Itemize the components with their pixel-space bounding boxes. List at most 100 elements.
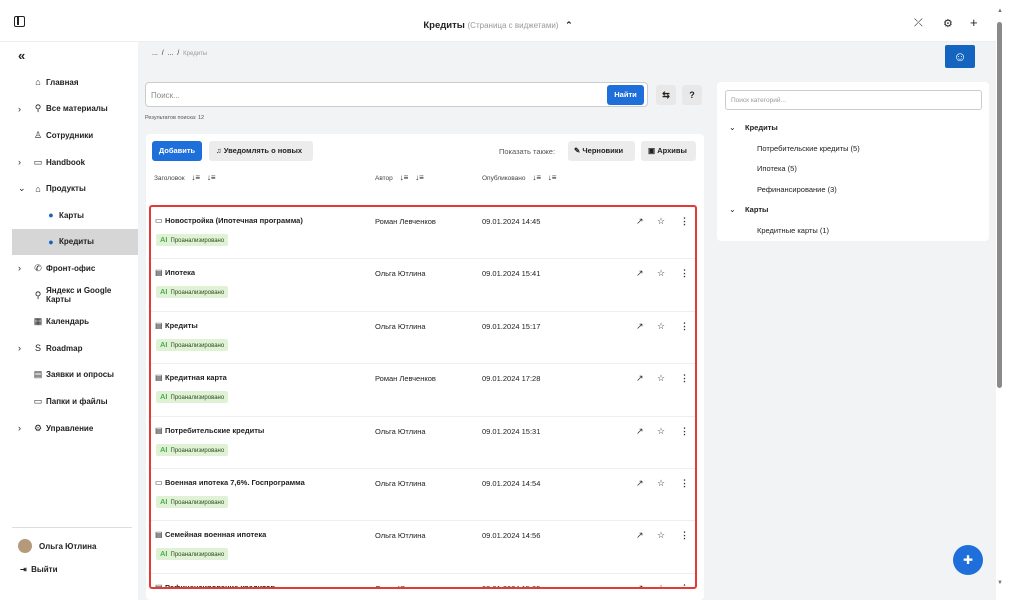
column-header-title[interactable]: Заголовок ↓≡ ↓≡	[154, 173, 216, 182]
collapse-sidebar-icon[interactable]: «	[18, 48, 25, 63]
list-item[interactable]: ▭ Военная ипотека 7,6%. Госпрограмма AI Про…	[151, 469, 695, 522]
list-item[interactable]: ▤ Ипотека AI Проанализировано Ольга Ютлина 09…	[151, 259, 695, 312]
sidebar-item-requests[interactable]: ▤ Заявки и опросы	[0, 362, 138, 389]
category-search-input[interactable]: Поиск категорий...	[725, 90, 982, 110]
open-external-icon[interactable]: ↗	[636, 530, 644, 541]
more-vertical-icon[interactable]: ⋮	[680, 268, 689, 279]
category-item[interactable]: Рефинансирование (3)	[727, 180, 982, 201]
sort-asc-icon[interactable]: ↓≡	[207, 173, 216, 182]
sidebar-item-products[interactable]: ⌄ ⌂ Продукты	[0, 175, 138, 202]
sort-desc-icon[interactable]: ↓≡	[191, 173, 200, 182]
open-external-icon[interactable]: ↗	[636, 373, 644, 384]
list-item[interactable]: ▤ Семейная военная ипотека AI Проанализиров…	[151, 521, 695, 574]
open-external-icon[interactable]: ↗	[636, 216, 644, 227]
open-external-icon[interactable]: ↗	[636, 478, 644, 489]
more-vertical-icon[interactable]: ⋮	[680, 478, 689, 489]
more-vertical-icon[interactable]: ⋮	[680, 426, 689, 437]
item-title[interactable]: ▤ Кредиты	[155, 321, 198, 330]
sort-desc-icon[interactable]: ↓≡	[400, 173, 409, 182]
item-title[interactable]: ▤ Кредитная карта	[155, 373, 227, 382]
scrollbar[interactable]: ▲ ▼	[996, 8, 1004, 588]
category-item[interactable]: Ипотека (5)	[727, 159, 982, 180]
chevron-right-icon[interactable]: ›	[18, 343, 21, 353]
drafts-button[interactable]: ✎ Черновики	[568, 141, 635, 161]
more-vertical-icon[interactable]: ⋮	[680, 583, 689, 587]
filter-settings-icon[interactable]: ⇆	[656, 85, 676, 105]
item-title[interactable]: ▤ Семейная военная ипотека	[155, 530, 266, 539]
sidebar-item-maps[interactable]: ⚲ Яндекс и Google Карты	[0, 282, 138, 309]
assistant-robot-icon[interactable]: ☺	[945, 45, 975, 68]
sort-asc-icon[interactable]: ↓≡	[548, 173, 557, 182]
list-item[interactable]: ▤ Кредиты AI Проанализировано Ольга Ютлина 09…	[151, 312, 695, 365]
list-item[interactable]: ▤ Потребительские кредиты AI Проанализирова…	[151, 417, 695, 469]
sidebar-item-employees[interactable]: ♙ Сотрудники	[0, 122, 138, 149]
sidebar-item-cards[interactable]: ● Карты	[0, 202, 138, 229]
breadcrumb-item[interactable]: ...	[168, 50, 174, 57]
star-icon[interactable]: ☆	[657, 268, 665, 279]
sidebar-item-credits[interactable]: ● Кредиты	[12, 228, 138, 256]
chevron-down-icon[interactable]: ⌄	[18, 183, 26, 194]
list-item[interactable]: ▤Рефинансирование кредитовAIПроанализиро…	[151, 574, 695, 587]
open-external-icon[interactable]: ↗	[636, 426, 644, 437]
sidebar-item-roadmap[interactable]: › S Roadmap	[0, 335, 138, 362]
star-icon[interactable]: ☆	[657, 373, 665, 384]
plus-icon[interactable]: +	[970, 15, 978, 30]
list-item[interactable]: ▭ Новостройка (Ипотечная программа) AI Проа…	[151, 207, 695, 260]
star-icon[interactable]: ☆	[657, 426, 665, 437]
help-fab-icon[interactable]: ✚	[953, 545, 983, 575]
more-vertical-icon[interactable]: ⋮	[680, 373, 689, 384]
open-external-icon[interactable]: ↗	[636, 321, 644, 332]
item-title[interactable]: ▤ Рефинансирование кредитов	[155, 583, 275, 587]
sidebar-item-home[interactable]: ⌂ Главная	[0, 69, 138, 96]
sort-asc-icon[interactable]: ↓≡	[415, 173, 424, 182]
column-header-published[interactable]: Опубликовано ↓≡ ↓≡	[482, 173, 556, 182]
star-icon[interactable]: ☆	[657, 216, 665, 227]
chevron-down-icon[interactable]: ⌄	[729, 200, 736, 220]
chevron-right-icon[interactable]: ›	[18, 157, 21, 167]
scrollbar-thumb[interactable]	[997, 22, 1002, 388]
more-vertical-icon[interactable]: ⋮	[680, 216, 689, 227]
chevron-right-icon[interactable]: ›	[18, 423, 21, 433]
sidebar-item-folders[interactable]: ▭ Папки и файлы	[0, 388, 138, 415]
collapse-view-icon[interactable]: ⤫	[914, 17, 923, 30]
sort-desc-icon[interactable]: ↓≡	[532, 173, 541, 182]
user-profile[interactable]: Ольга Ютлина	[18, 539, 96, 553]
add-button[interactable]: Добавить	[152, 141, 202, 161]
category-group[interactable]: ⌄ Кредиты	[727, 118, 982, 139]
logout-button[interactable]: ⇥ Выйти	[20, 565, 58, 574]
sidebar-item-calendar[interactable]: ▦ Календарь	[0, 308, 138, 335]
star-icon[interactable]: ☆	[657, 530, 665, 541]
chevron-right-icon[interactable]: ›	[18, 263, 21, 273]
scroll-down-icon[interactable]: ▼	[997, 580, 1003, 586]
archives-button[interactable]: ▣ Архивы	[641, 141, 696, 161]
item-title[interactable]: ▤ Потребительские кредиты	[155, 426, 264, 435]
category-group[interactable]: ⌄ Карты	[727, 200, 982, 221]
chevron-down-icon[interactable]: ⌄	[729, 118, 736, 138]
category-item[interactable]: Кредитные карты (1)	[727, 221, 982, 242]
star-icon[interactable]: ☆	[657, 478, 665, 489]
open-external-icon[interactable]: ↗	[636, 583, 644, 587]
category-item[interactable]: Потребительские кредиты (5)	[727, 139, 982, 160]
sidebar-item-front-office[interactable]: › ✆ Фронт-офис	[0, 255, 138, 282]
item-title[interactable]: ▭ Новостройка (Ипотечная программа)	[155, 216, 303, 225]
scroll-up-icon[interactable]: ▲	[997, 8, 1003, 14]
item-title[interactable]: ▤ Ипотека	[155, 268, 195, 277]
sidebar-item-management[interactable]: › ⚙ Управление	[0, 415, 138, 442]
gear-icon[interactable]: ⚙	[943, 17, 953, 30]
notify-button[interactable]: ♫ Уведомлять о новых	[209, 141, 313, 161]
breadcrumb-item[interactable]: ...	[152, 50, 158, 57]
column-header-author[interactable]: Автор ↓≡ ↓≡	[375, 173, 424, 182]
help-button[interactable]: ?	[682, 85, 702, 105]
chevron-right-icon[interactable]: ›	[18, 104, 21, 114]
more-vertical-icon[interactable]: ⋮	[680, 321, 689, 332]
search-button[interactable]: Найти	[607, 85, 644, 105]
item-title[interactable]: ▭ Военная ипотека 7,6%. Госпрограмма	[155, 478, 305, 487]
list-item[interactable]: ▤ Кредитная карта AI Проанализировано Роман …	[151, 364, 695, 417]
star-icon[interactable]: ☆	[657, 321, 665, 332]
open-external-icon[interactable]: ↗	[636, 268, 644, 279]
more-vertical-icon[interactable]: ⋮	[680, 530, 689, 541]
star-icon[interactable]: ☆	[657, 583, 665, 587]
search-input[interactable]: Поиск...	[145, 82, 648, 107]
chevron-up-icon[interactable]: ⌃	[565, 20, 573, 30]
sidebar-item-handbook[interactable]: › ▭ Handbook	[0, 149, 138, 176]
